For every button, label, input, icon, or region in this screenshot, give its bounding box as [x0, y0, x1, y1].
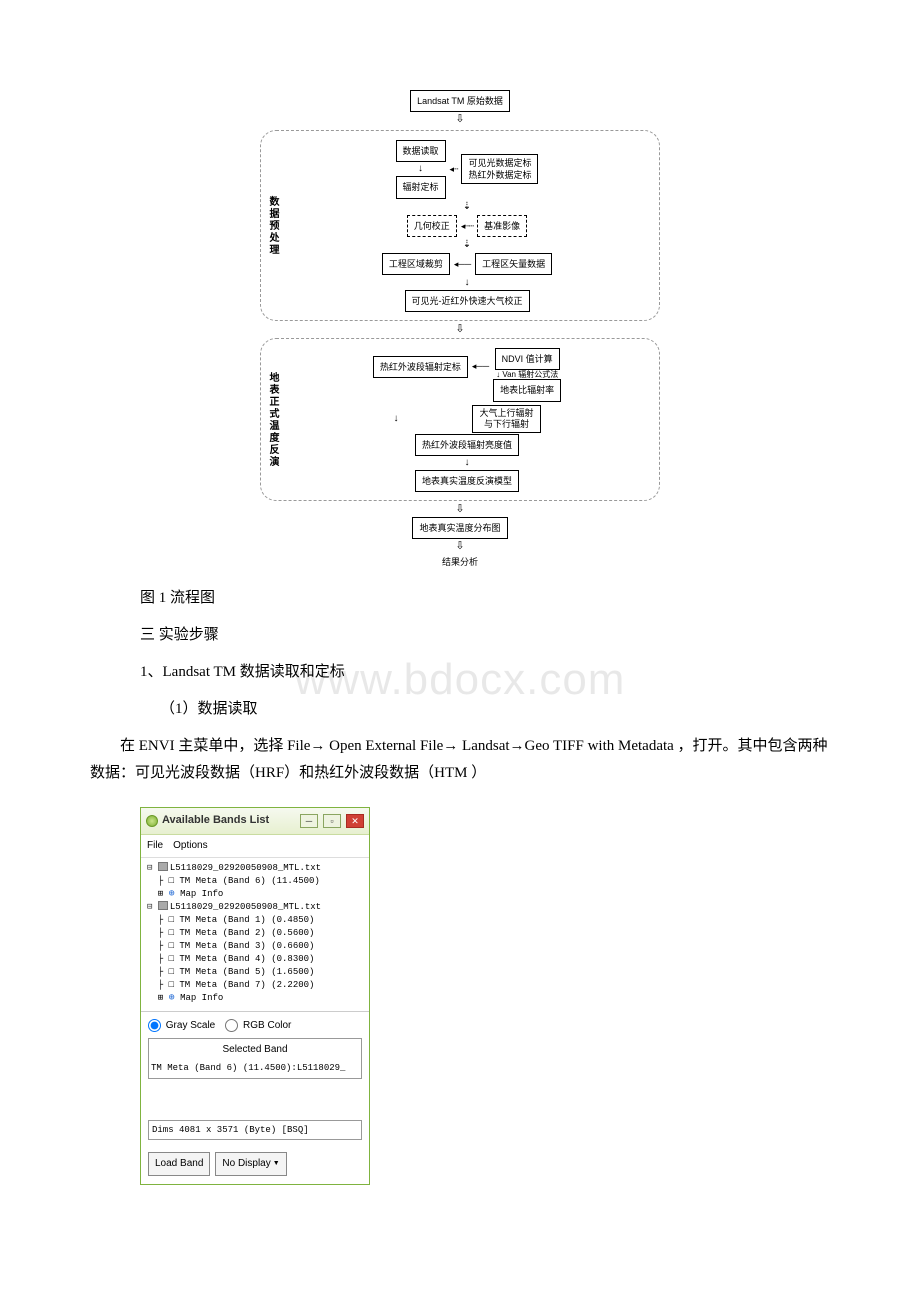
menu-options[interactable]: Options — [173, 837, 207, 855]
fc-analysis: 结果分析 — [442, 554, 478, 570]
tree-band-3[interactable]: TM Meta (Band 3) (0.6600) — [179, 941, 314, 951]
envi-menubar: File Options — [141, 835, 369, 858]
tree-file-1[interactable]: L5118029_02920050908_MTL.txt — [170, 863, 321, 873]
fc-vis-thermal-calib: 可见光数据定标 热红外数据定标 — [461, 154, 538, 184]
file-icon — [158, 862, 168, 871]
step-1-1-heading: （1）数据读取 — [160, 696, 830, 723]
envi-app-icon — [146, 815, 158, 827]
tree-collapse-icon-2[interactable]: ⊟ — [147, 902, 152, 912]
fc-updown: 大气上行辐射 与下行辐射 — [472, 405, 540, 433]
radio-rgb[interactable]: RGB Color — [225, 1017, 291, 1035]
file-icon-2 — [158, 901, 168, 910]
tree-band-5[interactable]: TM Meta (Band 5) (1.6500) — [179, 967, 314, 977]
tree-band-2[interactable]: TM Meta (Band 2) (0.5600) — [179, 928, 314, 938]
dims-label: Dims 4081 x 3571 (Byte) [BSQ] — [148, 1120, 362, 1140]
fc-top: Landsat TM 原始数据 — [410, 90, 510, 112]
minimize-button[interactable]: ─ — [300, 814, 318, 828]
maximize-button[interactable]: ▫ — [323, 814, 341, 828]
figure-caption: 图 1 流程图 — [140, 585, 830, 612]
radio-grayscale-label: Gray Scale — [166, 1020, 215, 1031]
globe-icon-2: ⊕ — [169, 993, 175, 1004]
fc-group-retrieval: 地表正式温度反演 热红外波段辐射定标 ◂── NDVI 值计算 ↓ Van 辐射… — [260, 338, 660, 501]
fc-dist-map: 地表真实温度分布图 — [412, 517, 507, 539]
fc-vector: 工程区矢量数据 — [475, 253, 552, 275]
envi-band-tree: ⊟ L5118029_02920050908_MTL.txt ├ □ TM Me… — [141, 858, 369, 1012]
fc-emiss: 地表比辐射率 — [493, 379, 561, 401]
fc-atmo: 可见光-近红外快速大气校正 — [405, 290, 530, 312]
fc-model: 地表真实温度反演模型 — [415, 470, 519, 492]
display-dropdown[interactable]: No Display▼ — [215, 1152, 286, 1176]
fc-group1-label: 数据预处理 — [267, 196, 281, 256]
tree-band-1[interactable]: TM Meta (Band 1) (0.4850) — [179, 915, 314, 925]
fc-vis-calib: 可见光数据定标 — [468, 158, 531, 168]
fc-calib: 辐射定标 — [396, 176, 446, 198]
fc-geo: 几何校正 — [407, 215, 457, 237]
close-button[interactable]: ✕ — [346, 814, 364, 828]
section-3-heading: 三 实验步骤 — [140, 622, 830, 649]
selected-band-box: Selected Band TM Meta (Band 6) (11.4500)… — [148, 1038, 362, 1079]
tree-mapinfo-2[interactable]: Map Info — [180, 993, 223, 1003]
menu-file[interactable]: File — [147, 837, 163, 855]
fc-thermal-calib: 热红外数据定标 — [468, 170, 531, 180]
globe-icon: ⊕ — [169, 889, 175, 900]
envi-titlebar: Available Bands List ─ ▫ ✕ — [141, 808, 369, 835]
chevron-down-icon: ▼ — [273, 1158, 280, 1171]
fc-van-note: Van 辐射公式法 — [502, 370, 558, 379]
fc-read: 数据读取 — [396, 140, 446, 162]
fc-tir-calib: 热红外波段辐射定标 — [373, 356, 468, 378]
tree-mapinfo-1[interactable]: Map Info — [180, 889, 223, 899]
fc-crop: 工程区域裁剪 — [382, 253, 450, 275]
selected-band-value: TM Meta (Band 6) (11.4500):L5118029_ — [151, 1060, 359, 1076]
radio-rgb-label: RGB Color — [243, 1020, 291, 1031]
fc-group2-label: 地表正式温度反演 — [267, 372, 281, 468]
tree-collapse-icon[interactable]: ⊟ — [147, 863, 152, 873]
envi-bands-window: Available Bands List ─ ▫ ✕ File Options … — [140, 807, 370, 1185]
load-band-button[interactable]: Load Band — [148, 1152, 210, 1176]
fc-group-preprocess: 数据预处理 数据读取 ↓ 辐射定标 ◂┄ 可见光数据定标 热红外数据定标 ⇣ — [260, 130, 660, 321]
tree-file-2[interactable]: L5118029_02920050908_MTL.txt — [170, 902, 321, 912]
flowchart: Landsat TM 原始数据 ⇩ 数据预处理 数据读取 ↓ 辐射定标 ◂┄ 可… — [260, 90, 660, 570]
fc-brightness: 热红外波段辐射亮度值 — [415, 434, 519, 456]
step-1-heading: 1、Landsat TM 数据读取和定标 — [140, 659, 830, 686]
tree-band-6[interactable]: TM Meta (Band 6) (11.4500) — [179, 876, 319, 886]
tree-band-4[interactable]: TM Meta (Band 4) (0.8300) — [179, 954, 314, 964]
paragraph-1: 在 ENVI 主菜单中，选择 File→ Open External File→… — [90, 733, 830, 787]
radio-grayscale[interactable]: Gray Scale — [148, 1017, 215, 1035]
tree-band-7[interactable]: TM Meta (Band 7) (2.2200) — [179, 980, 314, 990]
fc-ndvi: NDVI 值计算 — [495, 348, 560, 370]
display-dropdown-label: No Display — [222, 1155, 270, 1173]
envi-window-title: Available Bands List — [162, 811, 295, 831]
selected-band-title: Selected Band — [151, 1041, 359, 1059]
fc-baseimg: 基准影像 — [477, 215, 527, 237]
